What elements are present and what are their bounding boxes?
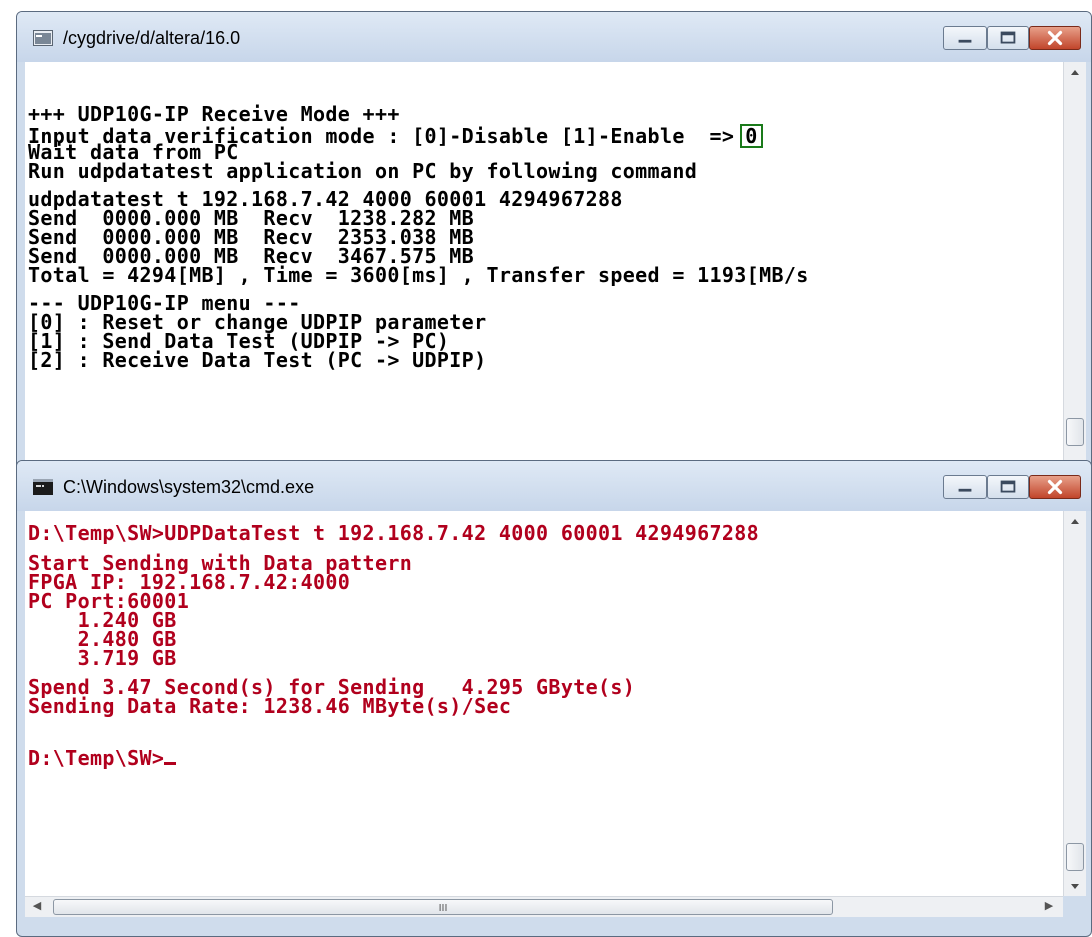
scrollbar-thumb[interactable]: III [53, 899, 833, 915]
scroll-up-icon[interactable] [1064, 64, 1086, 82]
terminal-line: D:\Temp\SW>UDPDataTest t 192.168.7.42 40… [28, 521, 760, 545]
close-button[interactable] [1029, 475, 1081, 499]
minimize-icon [958, 39, 972, 43]
terminal-line: Run udpdatatest application on PC by fol… [28, 159, 698, 183]
terminal-line: Sending Data Rate: 1238.46 MByte(s)/Sec [28, 694, 512, 718]
horizontal-scrollbar[interactable]: ◀ III ▶ [25, 896, 1063, 917]
cmd-window[interactable]: C:\Windows\system32\cmd.exe D:\Temp\SW>U… [16, 460, 1092, 937]
vertical-scrollbar[interactable] [1063, 62, 1086, 470]
title-bar[interactable]: C:\Windows\system32\cmd.exe [17, 461, 1091, 511]
maximize-icon [1000, 31, 1016, 44]
scroll-down-icon[interactable] [1064, 877, 1086, 895]
prompt-text: D:\Temp\SW> [28, 746, 165, 770]
scroll-right-icon[interactable]: ▶ [1041, 899, 1057, 915]
close-icon [1047, 479, 1063, 495]
minimize-icon [958, 488, 972, 492]
scroll-up-icon[interactable] [1064, 513, 1086, 531]
scroll-left-icon[interactable]: ◀ [29, 899, 45, 915]
text-cursor [164, 748, 177, 765]
terminal-line: +++ UDP10G-IP Receive Mode +++ [28, 102, 400, 126]
mode-input-field[interactable]: 0 [740, 124, 763, 148]
vertical-scrollbar[interactable] [1063, 511, 1086, 896]
terminal-line: D:\Temp\SW> [28, 746, 177, 770]
title-bar[interactable]: /cygdrive/d/altera/16.0 [17, 12, 1091, 62]
terminal-output[interactable]: D:\Temp\SW>UDPDataTest t 192.168.7.42 40… [25, 511, 1063, 896]
scrollbar-thumb[interactable] [1066, 843, 1084, 871]
close-button[interactable] [1029, 26, 1081, 50]
maximize-button[interactable] [987, 475, 1029, 499]
cygwin-terminal-window[interactable]: /cygdrive/d/altera/16.0 +++ UDP10G-IP Re… [16, 11, 1092, 471]
grip-icon: III [438, 903, 448, 914]
terminal-icon [33, 30, 53, 46]
minimize-button[interactable] [943, 26, 987, 50]
scrollbar-thumb[interactable] [1066, 418, 1084, 446]
terminal-line: [2] : Receive Data Test (PC -> UDPIP) [28, 348, 487, 372]
terminal-output[interactable]: +++ UDP10G-IP Receive Mode +++ Input dat… [25, 62, 1063, 470]
cmd-icon [33, 479, 53, 495]
maximize-icon [1000, 480, 1016, 493]
minimize-button[interactable] [943, 475, 987, 499]
window-title: /cygdrive/d/altera/16.0 [63, 28, 241, 48]
terminal-line: 3.719 GB [28, 646, 177, 670]
close-icon [1047, 30, 1063, 46]
terminal-line: Total = 4294[MB] , Time = 3600[ms] , Tra… [28, 263, 809, 287]
maximize-button[interactable] [987, 26, 1029, 50]
window-title: C:\Windows\system32\cmd.exe [63, 477, 315, 497]
